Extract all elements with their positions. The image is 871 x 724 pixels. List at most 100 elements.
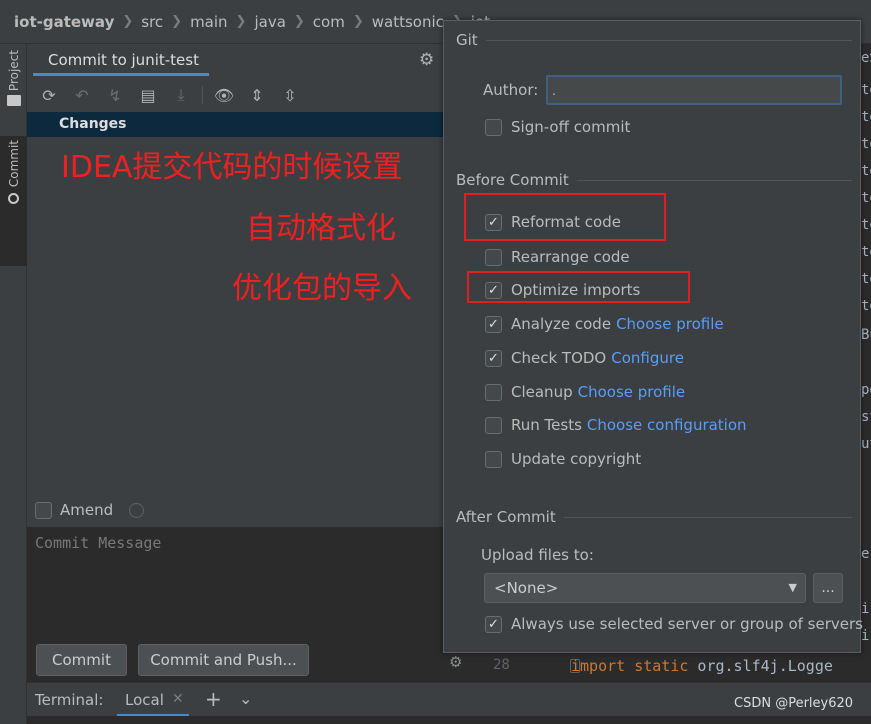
show-diff-icon[interactable]: ▤ <box>136 83 160 107</box>
tool-tab-label: Commit <box>6 140 21 188</box>
code-fragment: te <box>861 82 871 98</box>
annotation-text: 优化包的导入 <box>232 271 412 306</box>
always-use-checkbox[interactable]: ✓ <box>485 615 502 633</box>
highlight-box <box>467 271 690 303</box>
chevron-right-icon: ❯ <box>235 14 247 29</box>
option-checkbox[interactable]: ✓ <box>485 315 502 333</box>
code-keyword: import static <box>571 657 689 675</box>
section-divider <box>563 516 852 518</box>
collapse-all-icon[interactable]: ⇳ <box>278 83 302 107</box>
code-rest: org.slf4j.Logge <box>688 657 833 675</box>
commit-toolbar: ⟳ ↶ ↯ ▤ ⤓ 👁 ⇕ ⇳ <box>27 80 443 110</box>
option-label: Rearrange code <box>511 248 630 266</box>
configure-link[interactable]: Configure <box>611 349 684 367</box>
commit-and-push-button[interactable]: Commit and Push... <box>138 644 309 676</box>
download-icon[interactable]: ⤓ <box>169 83 193 107</box>
code-fragment: te <box>861 163 871 179</box>
section-after-commit: After Commit <box>456 508 852 526</box>
watermark: CSDN @Perley620 <box>734 696 854 711</box>
panel-title[interactable]: Commit to junit-test <box>48 51 199 69</box>
gear-icon[interactable]: ⚙ <box>419 50 434 70</box>
commit-message-placeholder: Commit Message <box>35 534 162 552</box>
option-checkbox[interactable] <box>485 416 502 434</box>
terminal-label: Terminal: <box>35 691 104 709</box>
option-label: Sign-off commit <box>511 118 631 136</box>
gear-icon[interactable]: ⚙ <box>449 653 462 671</box>
toolbar-divider <box>202 86 203 104</box>
panel-header: Commit to junit-test ⚙ <box>27 44 443 76</box>
changes-node[interactable]: Changes <box>27 112 443 137</box>
commit-options-popup: Git Author: Sign-off commit Before Commi… <box>443 20 863 653</box>
option-run-tests[interactable]: Run Tests Choose configuration <box>485 414 747 436</box>
annotation-text: 自动格式化 <box>246 211 396 246</box>
breadcrumb-item[interactable]: com <box>313 13 345 31</box>
option-analyze-code[interactable]: ✓ Analyze code Choose profile <box>485 313 724 335</box>
rollback-icon[interactable]: ↶ <box>70 83 94 107</box>
tool-tab-commit[interactable]: Commit <box>0 136 27 266</box>
option-checkbox[interactable] <box>485 248 502 266</box>
tool-tab-project[interactable]: Project <box>0 50 27 120</box>
commit-panel: Commit to junit-test ⚙ ⟳ ↶ ↯ ▤ ⤓ 👁 ⇕ ⇳ C… <box>27 44 443 682</box>
line-number: 28 <box>493 657 510 673</box>
clock-icon[interactable] <box>129 502 145 518</box>
update-icon[interactable]: ↯ <box>103 83 127 107</box>
changes-label: Changes <box>59 116 127 132</box>
upload-server-select[interactable]: <None> ▼ <box>484 573 806 603</box>
plus-icon[interactable]: + <box>205 687 222 711</box>
commit-icon <box>8 193 19 205</box>
code-fragment: te <box>861 298 871 314</box>
signoff-checkbox[interactable] <box>485 118 502 136</box>
amend-label: Amend <box>60 501 114 519</box>
code-fragment: eS <box>861 50 871 66</box>
highlight-box <box>464 193 666 241</box>
tool-tab-label: Project <box>6 50 21 92</box>
folder-icon <box>6 95 21 107</box>
option-always-use-server[interactable]: ✓ Always use selected server or group of… <box>485 613 863 635</box>
editor-area: eS te te te te te te te te te Bu pe st u… <box>860 44 871 682</box>
author-label: Author: <box>483 81 539 99</box>
terminal-tab-local[interactable]: Local <box>125 691 164 709</box>
section-git: Git <box>456 31 852 49</box>
section-title: Git <box>456 31 478 49</box>
option-check-todo[interactable]: ✓ Check TODO Configure <box>485 347 684 369</box>
code-fragment: te <box>861 271 871 287</box>
chevron-down-icon[interactable]: ⌄ <box>239 689 252 708</box>
refresh-icon[interactable]: ⟳ <box>37 83 61 107</box>
code-fragment: te <box>861 217 871 233</box>
option-cleanup[interactable]: Cleanup Choose profile <box>485 381 685 403</box>
amend-checkbox[interactable] <box>35 501 52 519</box>
browse-servers-button[interactable]: ... <box>813 573 843 603</box>
eye-icon[interactable]: 👁 <box>212 83 236 107</box>
expand-all-icon[interactable]: ⇕ <box>245 83 269 107</box>
code-fragment: te <box>861 136 871 152</box>
option-update-copyright[interactable]: Update copyright <box>485 448 641 470</box>
choose-configuration-link[interactable]: Choose configuration <box>587 416 747 434</box>
annotation-text: IDEA提交代码的时候设置 <box>61 150 403 185</box>
option-label: Update copyright <box>511 450 642 468</box>
chevron-right-icon: ❯ <box>122 14 134 29</box>
amend-row: Amend <box>35 500 145 520</box>
breadcrumb-item[interactable]: main <box>190 13 227 31</box>
breadcrumb-item[interactable]: java <box>254 13 285 31</box>
chevron-right-icon: ❯ <box>352 14 364 29</box>
section-title: After Commit <box>456 508 556 526</box>
terminal-content[interactable] <box>27 716 871 724</box>
commit-button[interactable]: Commit <box>36 644 127 676</box>
option-signoff[interactable]: Sign-off commit <box>485 116 630 138</box>
breadcrumb-item[interactable]: iot-gateway <box>14 13 114 31</box>
option-checkbox[interactable]: ✓ <box>485 349 502 367</box>
breadcrumb-item[interactable]: src <box>141 13 163 31</box>
choose-profile-link[interactable]: Choose profile <box>578 383 686 401</box>
code-fragment: pe <box>861 382 871 398</box>
option-label: Check TODO <box>511 349 607 367</box>
author-input[interactable] <box>546 75 842 105</box>
dropdown-arrow-icon: ▼ <box>788 581 797 594</box>
option-label: Cleanup <box>511 383 573 401</box>
code-text: import static org.slf4j.Logge <box>571 657 833 675</box>
breadcrumb-item[interactable]: wattsonic <box>372 13 444 31</box>
option-checkbox[interactable] <box>485 383 502 401</box>
choose-profile-link[interactable]: Choose profile <box>616 315 724 333</box>
option-rearrange-code[interactable]: Rearrange code <box>485 246 630 268</box>
option-checkbox[interactable] <box>485 450 502 468</box>
close-icon[interactable]: ✕ <box>172 691 184 707</box>
